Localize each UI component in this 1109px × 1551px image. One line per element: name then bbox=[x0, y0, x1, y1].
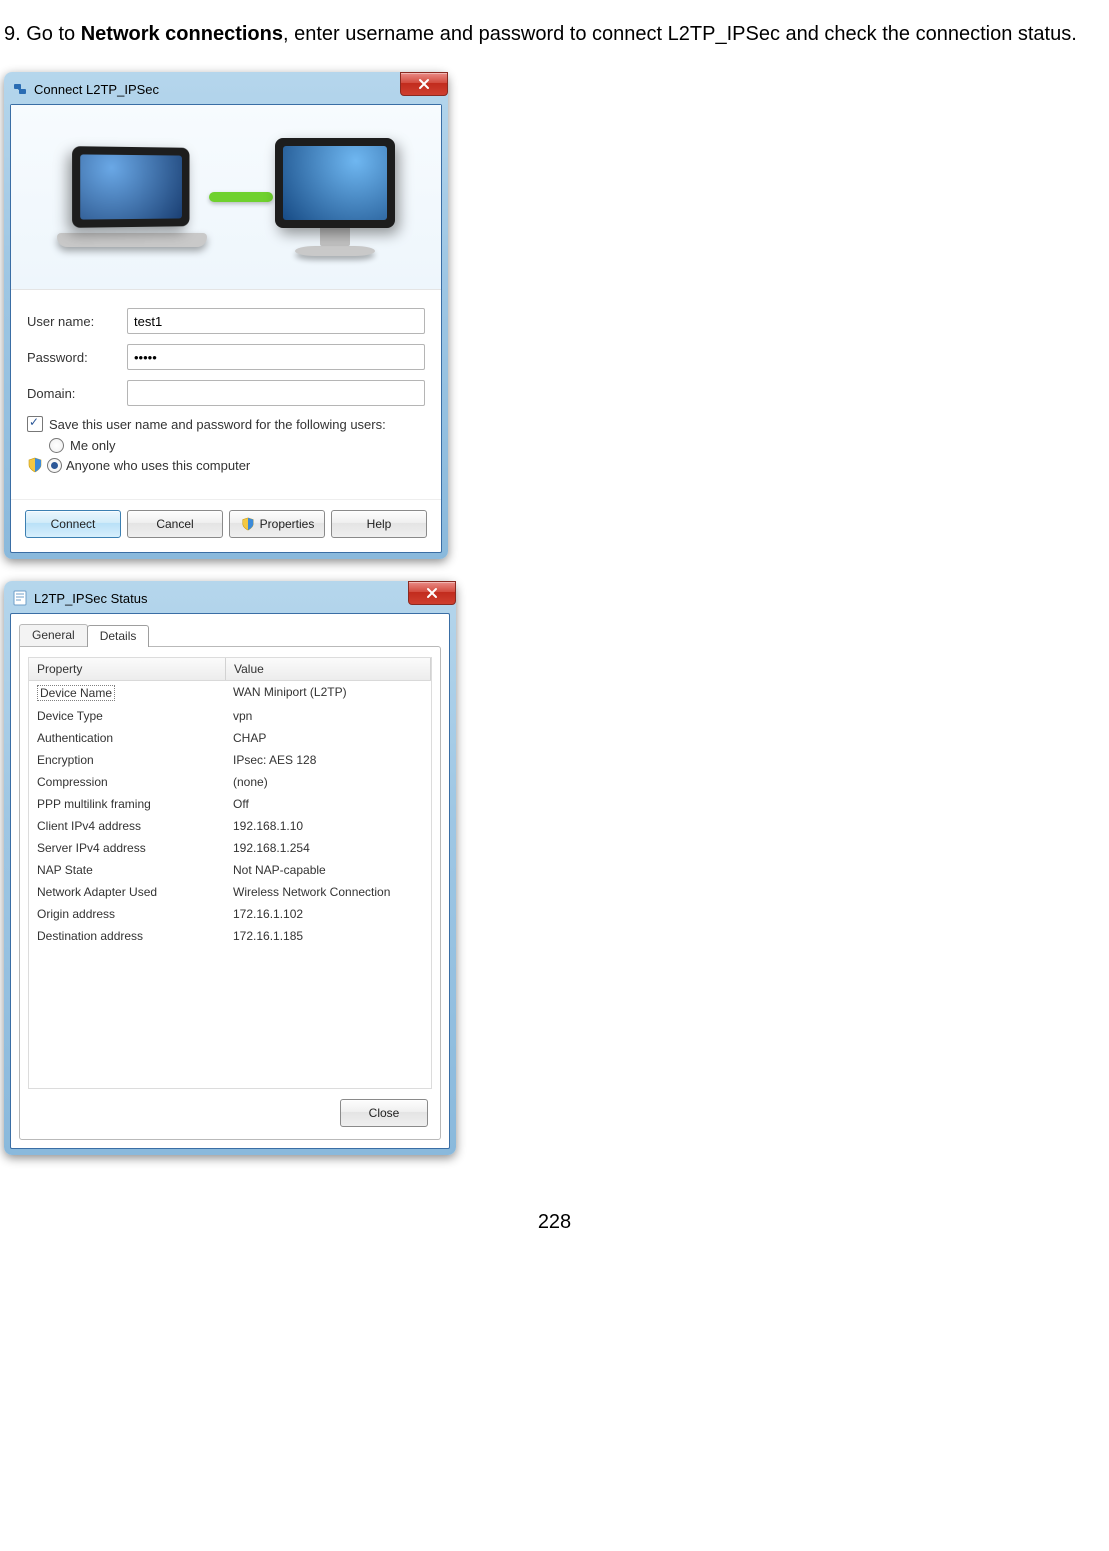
me-only-label: Me only bbox=[70, 438, 116, 453]
domain-label: Domain: bbox=[27, 386, 127, 401]
shield-icon bbox=[27, 457, 43, 473]
cell-value: vpn bbox=[225, 705, 431, 727]
table-row[interactable]: Server IPv4 address192.168.1.254 bbox=[29, 837, 431, 859]
table-row[interactable]: PPP multilink framingOff bbox=[29, 793, 431, 815]
status-dialog: L2TP_IPSec Status General Details Proper… bbox=[4, 581, 456, 1155]
save-credentials-checkbox[interactable] bbox=[27, 416, 43, 432]
header-value: Value bbox=[226, 658, 431, 680]
cell-property: Compression bbox=[29, 771, 225, 793]
tab-general[interactable]: General bbox=[19, 624, 88, 646]
table-row[interactable]: Device Typevpn bbox=[29, 705, 431, 727]
username-label: User name: bbox=[27, 314, 127, 329]
close-button[interactable] bbox=[400, 72, 448, 96]
header-property: Property bbox=[29, 658, 226, 680]
table-row[interactable]: Client IPv4 address192.168.1.10 bbox=[29, 815, 431, 837]
cell-property: Network Adapter Used bbox=[29, 881, 225, 903]
table-row[interactable]: Destination address172.16.1.185 bbox=[29, 925, 431, 947]
cell-property: Encryption bbox=[29, 749, 225, 771]
network-icon bbox=[12, 81, 28, 97]
status-titlebar[interactable]: L2TP_IPSec Status bbox=[10, 587, 450, 613]
connect-dialog: Connect L2TP_IPSec bbox=[4, 72, 448, 559]
cell-property: NAP State bbox=[29, 859, 225, 881]
details-grid: Property Value Device NameWAN Miniport (… bbox=[28, 657, 432, 1089]
cell-property: PPP multilink framing bbox=[29, 793, 225, 815]
grid-header[interactable]: Property Value bbox=[29, 658, 431, 681]
cell-property: Origin address bbox=[29, 903, 225, 925]
cell-property: Server IPv4 address bbox=[29, 837, 225, 859]
cell-value: (none) bbox=[225, 771, 431, 793]
instruction-suffix: , enter username and password to connect… bbox=[283, 23, 1077, 45]
cell-property: Device Type bbox=[29, 705, 225, 727]
cell-value: CHAP bbox=[225, 727, 431, 749]
cell-value: IPsec: AES 128 bbox=[225, 749, 431, 771]
help-button-label: Help bbox=[367, 517, 392, 531]
close-button[interactable] bbox=[408, 581, 456, 605]
cell-value: Wireless Network Connection bbox=[225, 881, 431, 903]
cancel-button[interactable]: Cancel bbox=[127, 510, 223, 538]
table-row[interactable]: NAP StateNot NAP-capable bbox=[29, 859, 431, 881]
properties-button-label: Properties bbox=[260, 517, 315, 531]
monitor-icon bbox=[275, 138, 395, 256]
instruction-bold: Network connections bbox=[81, 23, 283, 45]
anyone-label: Anyone who uses this computer bbox=[66, 458, 250, 473]
tab-details-label: Details bbox=[100, 629, 137, 643]
tab-general-label: General bbox=[32, 628, 75, 642]
instruction-text: 9. Go to Network connections, enter user… bbox=[4, 20, 1105, 48]
connect-button-label: Connect bbox=[51, 517, 96, 531]
help-button[interactable]: Help bbox=[331, 510, 427, 538]
me-only-radio[interactable] bbox=[49, 438, 64, 453]
tab-details[interactable]: Details bbox=[87, 625, 150, 647]
save-credentials-label: Save this user name and password for the… bbox=[49, 417, 386, 432]
cell-value: 192.168.1.10 bbox=[225, 815, 431, 837]
anyone-radio[interactable] bbox=[47, 458, 62, 473]
cell-property: Destination address bbox=[29, 925, 225, 947]
page-number: 228 bbox=[4, 1211, 1105, 1234]
cell-value: WAN Miniport (L2TP) bbox=[225, 681, 431, 705]
cancel-button-label: Cancel bbox=[156, 517, 193, 531]
table-row[interactable]: Origin address172.16.1.102 bbox=[29, 903, 431, 925]
username-input[interactable] bbox=[127, 308, 425, 334]
properties-button[interactable]: Properties bbox=[229, 510, 325, 538]
cell-property: Device Name bbox=[29, 681, 225, 705]
instruction-prefix: 9. Go to bbox=[4, 23, 81, 45]
cell-value: 172.16.1.185 bbox=[225, 925, 431, 947]
shield-icon bbox=[240, 516, 256, 532]
close-icon bbox=[418, 78, 430, 90]
close-dialog-button-label: Close bbox=[369, 1106, 400, 1120]
table-row[interactable]: AuthenticationCHAP bbox=[29, 727, 431, 749]
connect-title: Connect L2TP_IPSec bbox=[34, 82, 159, 97]
cell-value: 172.16.1.102 bbox=[225, 903, 431, 925]
document-icon bbox=[12, 590, 28, 606]
table-row[interactable]: Compression(none) bbox=[29, 771, 431, 793]
connect-titlebar[interactable]: Connect L2TP_IPSec bbox=[10, 78, 442, 104]
password-input[interactable] bbox=[127, 344, 425, 370]
cell-value: Off bbox=[225, 793, 431, 815]
domain-input[interactable] bbox=[127, 380, 425, 406]
cell-property: Client IPv4 address bbox=[29, 815, 225, 837]
password-label: Password: bbox=[27, 350, 127, 365]
connection-illustration bbox=[11, 105, 441, 290]
cell-property: Authentication bbox=[29, 727, 225, 749]
table-row[interactable]: EncryptionIPsec: AES 128 bbox=[29, 749, 431, 771]
close-dialog-button[interactable]: Close bbox=[340, 1099, 428, 1127]
table-row[interactable]: Device NameWAN Miniport (L2TP) bbox=[29, 681, 431, 705]
laptop-icon bbox=[57, 147, 207, 247]
cable-icon bbox=[209, 192, 273, 202]
connect-button[interactable]: Connect bbox=[25, 510, 121, 538]
cell-value: 192.168.1.254 bbox=[225, 837, 431, 859]
details-panel: Property Value Device NameWAN Miniport (… bbox=[19, 646, 441, 1140]
table-row[interactable]: Network Adapter UsedWireless Network Con… bbox=[29, 881, 431, 903]
status-title: L2TP_IPSec Status bbox=[34, 591, 147, 606]
close-icon bbox=[426, 587, 438, 599]
cell-value: Not NAP-capable bbox=[225, 859, 431, 881]
